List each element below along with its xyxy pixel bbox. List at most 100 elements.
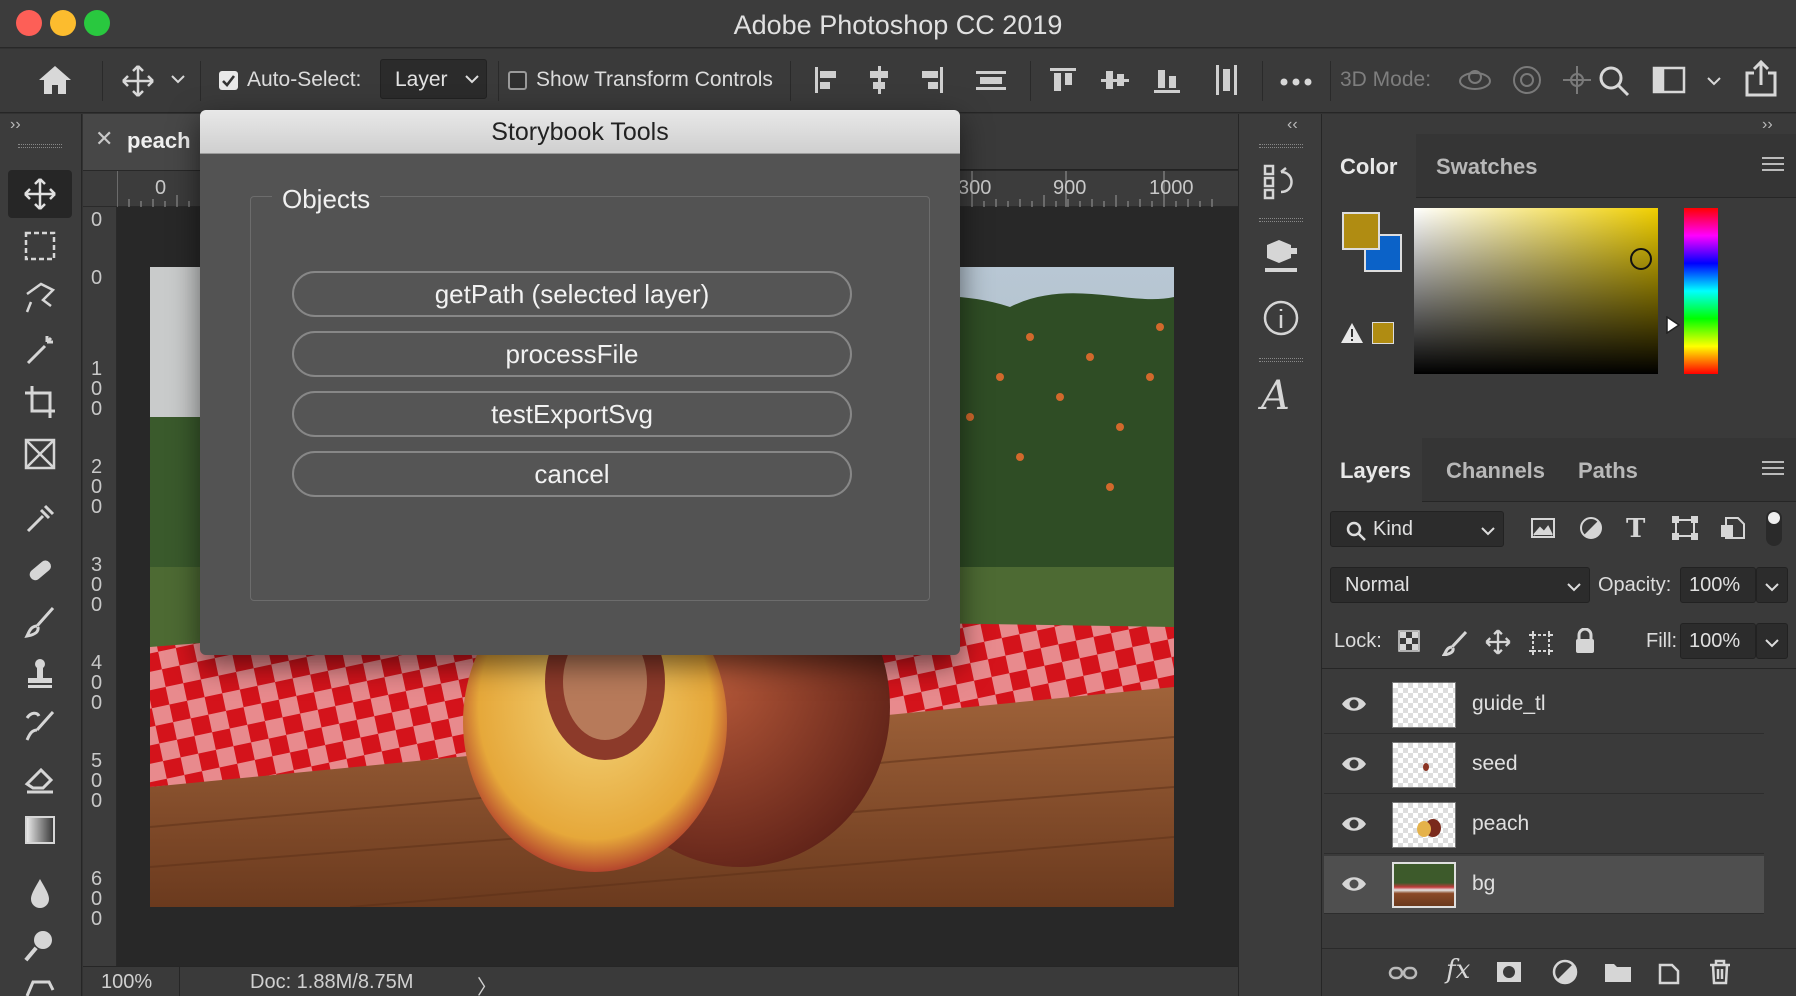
hue-slider[interactable] — [1684, 208, 1718, 374]
lock-image-pixels-icon[interactable] — [1442, 630, 1468, 656]
layer-row[interactable]: bg — [1324, 856, 1764, 914]
foreground-color-swatch[interactable] — [1342, 212, 1380, 250]
share-icon[interactable] — [1742, 59, 1780, 99]
clone-stamp-tool[interactable] — [8, 650, 72, 698]
eye-visibility-icon[interactable] — [1340, 874, 1368, 894]
history-brush-tool[interactable] — [8, 702, 72, 750]
history-icon[interactable] — [1261, 162, 1301, 202]
new-layer-icon[interactable] — [1656, 959, 1682, 985]
frame-tool[interactable] — [8, 430, 72, 478]
new-adjustment-layer-icon[interactable] — [1552, 959, 1578, 985]
lock-all-icon[interactable] — [1574, 628, 1596, 654]
workspace-icon[interactable] — [1652, 65, 1686, 95]
blend-mode-dropdown[interactable]: Normal — [1330, 567, 1590, 603]
collapse-panels-icon[interactable]: ‹‹ — [1287, 116, 1298, 134]
tab-paths[interactable]: Paths — [1560, 438, 1650, 502]
pen-tool[interactable] — [8, 974, 72, 996]
add-mask-icon[interactable] — [1496, 961, 1522, 983]
link-layers-icon[interactable] — [1388, 963, 1418, 983]
dodge-tool[interactable] — [8, 922, 72, 970]
fill-dropdown[interactable] — [1756, 623, 1788, 659]
align-top-edges-icon[interactable] — [1046, 63, 1080, 97]
collapse-dock-icon[interactable]: ›› — [1762, 116, 1773, 134]
gradient-tool[interactable] — [8, 806, 72, 854]
layer-style-fx-icon[interactable]: fx — [1446, 955, 1470, 985]
test-export-svg-button[interactable]: testExportSvg — [292, 391, 852, 437]
distribute-icon[interactable] — [974, 63, 1008, 97]
layer-name[interactable]: peach — [1472, 812, 1529, 836]
align-vertical-centers-icon[interactable] — [1098, 63, 1132, 97]
layer-name[interactable]: seed — [1472, 752, 1518, 776]
chevron-down-icon[interactable] — [170, 73, 186, 85]
shape-filter-icon[interactable] — [1672, 516, 1698, 540]
toolbar-grip[interactable] — [18, 144, 62, 148]
align-horizontal-centers-icon[interactable] — [862, 63, 896, 97]
filter-toggle[interactable] — [1766, 510, 1782, 546]
lasso-tool[interactable] — [8, 274, 72, 322]
eye-visibility-icon[interactable] — [1340, 694, 1368, 714]
get-path-button[interactable]: getPath (selected layer) — [292, 271, 852, 317]
layer-row[interactable]: peach — [1324, 796, 1764, 854]
cancel-button[interactable]: cancel — [292, 451, 852, 497]
tab-layers[interactable]: Layers — [1322, 438, 1422, 502]
zoom-search-icon[interactable] — [1596, 63, 1632, 99]
character-icon[interactable]: A — [1261, 376, 1290, 416]
align-right-edges-icon[interactable] — [914, 63, 948, 97]
move-tool-icon[interactable] — [120, 63, 156, 99]
auto-select-target-dropdown[interactable]: Layer — [380, 59, 487, 99]
process-file-button[interactable]: processFile — [292, 331, 852, 377]
adjustment-filter-icon[interactable] — [1578, 516, 1604, 540]
close-tab-icon[interactable]: ✕ — [95, 126, 113, 152]
3d-icon[interactable] — [1261, 236, 1301, 276]
align-left-edges-icon[interactable] — [810, 63, 844, 97]
collapse-toolbar-icon[interactable]: ›› — [10, 116, 21, 134]
healing-brush-tool[interactable] — [8, 546, 72, 594]
blur-tool[interactable] — [8, 870, 72, 918]
home-icon[interactable] — [36, 63, 74, 97]
new-group-folder-icon[interactable] — [1604, 961, 1632, 983]
crop-tool[interactable] — [8, 378, 72, 426]
eraser-tool[interactable] — [8, 754, 72, 802]
delete-layer-trash-icon[interactable] — [1708, 959, 1732, 985]
distribute-vertical-icon[interactable] — [1210, 63, 1244, 97]
image-filter-icon[interactable] — [1530, 516, 1556, 540]
layer-name[interactable]: bg — [1472, 872, 1495, 896]
color-picker-marker[interactable] — [1630, 248, 1652, 270]
show-transform-controls-checkbox[interactable] — [508, 71, 527, 90]
document-info[interactable]: Doc: 1.88M/8.75M — [250, 971, 413, 994]
layer-name[interactable]: guide_tl — [1472, 692, 1546, 716]
eye-visibility-icon[interactable] — [1340, 754, 1368, 774]
lock-transparent-pixels-icon[interactable] — [1398, 630, 1422, 654]
color-field[interactable] — [1414, 208, 1658, 374]
zoom-level[interactable]: 100% — [101, 971, 152, 994]
align-bottom-edges-icon[interactable] — [1150, 63, 1184, 97]
fill-input[interactable]: 100% — [1680, 623, 1756, 659]
auto-select-checkbox[interactable] — [219, 71, 238, 90]
more-options-icon[interactable] — [1278, 77, 1314, 87]
tab-color[interactable]: Color — [1322, 134, 1416, 198]
eyedropper-tool[interactable] — [8, 494, 72, 542]
smart-object-filter-icon[interactable] — [1720, 516, 1746, 540]
tab-swatches[interactable]: Swatches — [1418, 134, 1548, 198]
magic-wand-tool[interactable] — [8, 326, 72, 374]
layer-filter-dropdown[interactable]: Kind — [1330, 511, 1504, 547]
hue-slider-handle[interactable] — [1666, 316, 1680, 334]
brush-tool[interactable] — [8, 598, 72, 646]
chevron-down-icon[interactable] — [1706, 75, 1722, 87]
gamut-color-swatch[interactable] — [1372, 322, 1394, 344]
eye-visibility-icon[interactable] — [1340, 814, 1368, 834]
layer-row[interactable]: seed — [1324, 736, 1764, 794]
panel-menu-icon[interactable] — [1762, 156, 1784, 172]
status-menu-arrow[interactable]: 〉 — [477, 971, 497, 996]
lock-position-icon[interactable] — [1484, 628, 1512, 656]
opacity-dropdown[interactable] — [1756, 567, 1788, 603]
layer-row[interactable]: guide_tl — [1324, 676, 1764, 734]
panel-menu-icon[interactable] — [1762, 460, 1784, 476]
type-filter-icon[interactable]: T — [1626, 514, 1645, 544]
opacity-input[interactable]: 100% — [1680, 567, 1756, 603]
dialog-title[interactable]: Storybook Tools — [200, 110, 960, 154]
marquee-tool[interactable] — [8, 222, 72, 270]
info-icon[interactable] — [1261, 298, 1301, 338]
tab-channels[interactable]: Channels — [1424, 438, 1558, 502]
move-tool[interactable] — [8, 170, 72, 218]
